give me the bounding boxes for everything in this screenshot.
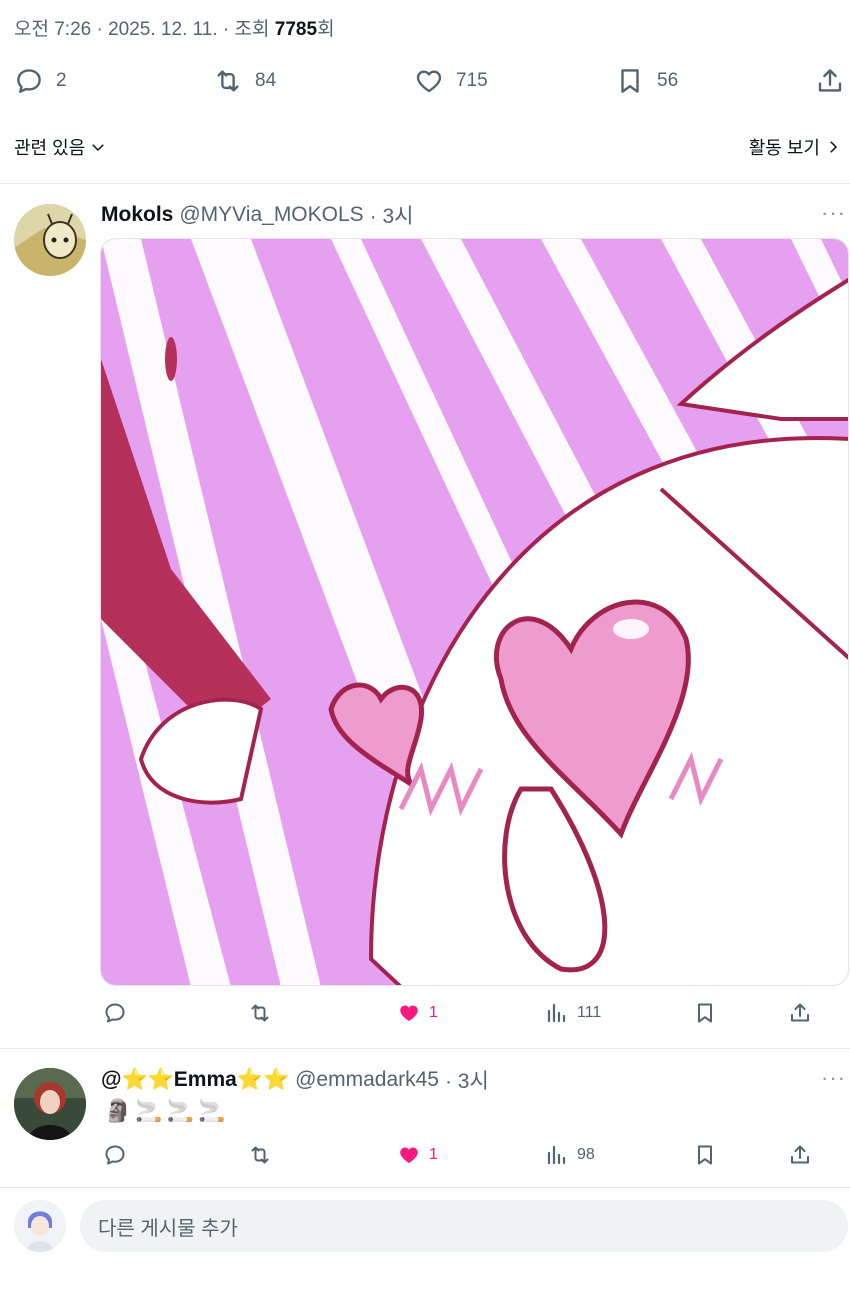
reply-button[interactable] bbox=[103, 1001, 127, 1025]
share-icon bbox=[791, 1003, 809, 1022]
like-count: 1 bbox=[429, 1004, 438, 1021]
repost-icon bbox=[251, 1004, 269, 1022]
related-sort-button[interactable]: 관련 있음 bbox=[14, 134, 107, 160]
author-name[interactable]: Mokols bbox=[101, 203, 173, 227]
analytics-icon bbox=[547, 1003, 566, 1023]
reply-text: 🗿 🚬 🚬 🚬 bbox=[104, 1098, 226, 1124]
heart-filled-icon bbox=[400, 1147, 418, 1163]
avatar[interactable] bbox=[14, 204, 86, 276]
divider bbox=[0, 1187, 850, 1188]
bookmark-button[interactable] bbox=[693, 1143, 717, 1167]
views-label: 조회 bbox=[234, 19, 275, 40]
meta-sep: · bbox=[217, 19, 235, 40]
avatar[interactable] bbox=[14, 1068, 86, 1140]
post-meta: 오전 7:26 · 2025. 12. 11. · 조회 7785회 bbox=[14, 14, 335, 41]
post-image[interactable] bbox=[100, 238, 849, 986]
bookmark-icon bbox=[698, 1003, 712, 1023]
share-button[interactable] bbox=[788, 1001, 812, 1025]
divider bbox=[0, 183, 850, 184]
post-time: 오전 7:26 bbox=[14, 19, 92, 40]
more-options-icon[interactable]: ··· bbox=[821, 1065, 846, 1091]
author-handle[interactable]: @emmadark45 bbox=[295, 1068, 439, 1092]
avatar[interactable] bbox=[14, 1200, 66, 1252]
moai-emoji: 🗿 bbox=[104, 1098, 132, 1123]
chevron-down-icon bbox=[92, 144, 105, 152]
repost-icon bbox=[251, 1146, 269, 1164]
like-button[interactable]: 1 bbox=[397, 1143, 438, 1167]
chevron-right-icon bbox=[830, 141, 838, 153]
more-options-icon[interactable]: ··· bbox=[821, 200, 846, 226]
repost-icon bbox=[217, 70, 239, 92]
cigarette-emoji: 🚬 bbox=[198, 1098, 226, 1123]
share-icon bbox=[818, 69, 842, 92]
repost-button[interactable] bbox=[248, 1001, 272, 1025]
cigarette-emoji: 🚬 bbox=[166, 1098, 195, 1123]
activity-label: 활동 보기 bbox=[748, 138, 820, 158]
analytics-icon bbox=[547, 1145, 566, 1165]
like-count: 1 bbox=[429, 1146, 438, 1163]
views-button[interactable]: 98 bbox=[545, 1143, 595, 1167]
repost-count: 84 bbox=[255, 70, 277, 91]
share-icon bbox=[791, 1145, 809, 1164]
views-suffix: 회 bbox=[317, 19, 335, 40]
heart-icon bbox=[416, 70, 442, 93]
like-button[interactable]: 1 bbox=[397, 1001, 438, 1025]
like-button[interactable]: 715 bbox=[414, 66, 488, 96]
like-count: 715 bbox=[456, 70, 488, 91]
heart-filled-icon bbox=[400, 1005, 418, 1021]
reply-header: Mokols @MYVia_MOKOLS · 3시 bbox=[101, 200, 414, 230]
author-name[interactable]: @⭐⭐Emma⭐⭐ bbox=[101, 1068, 289, 1092]
share-button[interactable] bbox=[788, 1143, 812, 1167]
repost-button[interactable] bbox=[248, 1143, 272, 1167]
bookmark-count: 56 bbox=[657, 70, 679, 91]
bookmark-button[interactable] bbox=[693, 1001, 717, 1025]
views-count: 111 bbox=[577, 1004, 602, 1021]
cigarette-emoji: 🚬 bbox=[135, 1098, 163, 1123]
repost-button[interactable]: 84 bbox=[213, 66, 276, 96]
views-count: 7785 bbox=[274, 19, 318, 40]
meta-sep: · bbox=[91, 19, 109, 40]
avatar-image bbox=[14, 1068, 86, 1140]
reply-button[interactable]: 2 bbox=[14, 66, 67, 96]
share-button[interactable] bbox=[815, 66, 845, 96]
add-post-input[interactable]: 다른 게시물 추가 bbox=[80, 1200, 848, 1252]
avatar-image bbox=[14, 1200, 66, 1252]
author-handle[interactable]: @MYVia_MOKOLS bbox=[179, 203, 363, 227]
post-time[interactable]: · 3시 bbox=[370, 200, 414, 230]
bookmark-icon bbox=[698, 1145, 712, 1165]
post-action-bar: 2 84 715 56 bbox=[0, 62, 850, 104]
reply-icon bbox=[17, 69, 41, 93]
related-label: 관련 있음 bbox=[14, 138, 86, 158]
views-button[interactable]: 111 bbox=[545, 1001, 601, 1025]
views-count: 98 bbox=[577, 1146, 595, 1163]
reply-button[interactable] bbox=[103, 1143, 127, 1167]
post-time[interactable]: · 3시 bbox=[445, 1065, 489, 1095]
bookmark-icon bbox=[621, 69, 639, 93]
composer-placeholder: 다른 게시물 추가 bbox=[98, 1217, 238, 1240]
reply-count: 2 bbox=[56, 70, 67, 91]
anime-heart-eyes-image bbox=[101, 239, 848, 985]
avatar-image bbox=[14, 204, 86, 276]
post-date: 2025. 12. 11. bbox=[108, 19, 218, 40]
bookmark-button[interactable]: 56 bbox=[615, 66, 678, 96]
reply-icon bbox=[105, 1145, 125, 1165]
view-activity-link[interactable]: 활동 보기 bbox=[749, 134, 842, 160]
divider bbox=[0, 1048, 850, 1049]
reply-header: @⭐⭐Emma⭐⭐ @emmadark45 · 3시 bbox=[101, 1065, 489, 1095]
reply-icon bbox=[105, 1003, 125, 1023]
